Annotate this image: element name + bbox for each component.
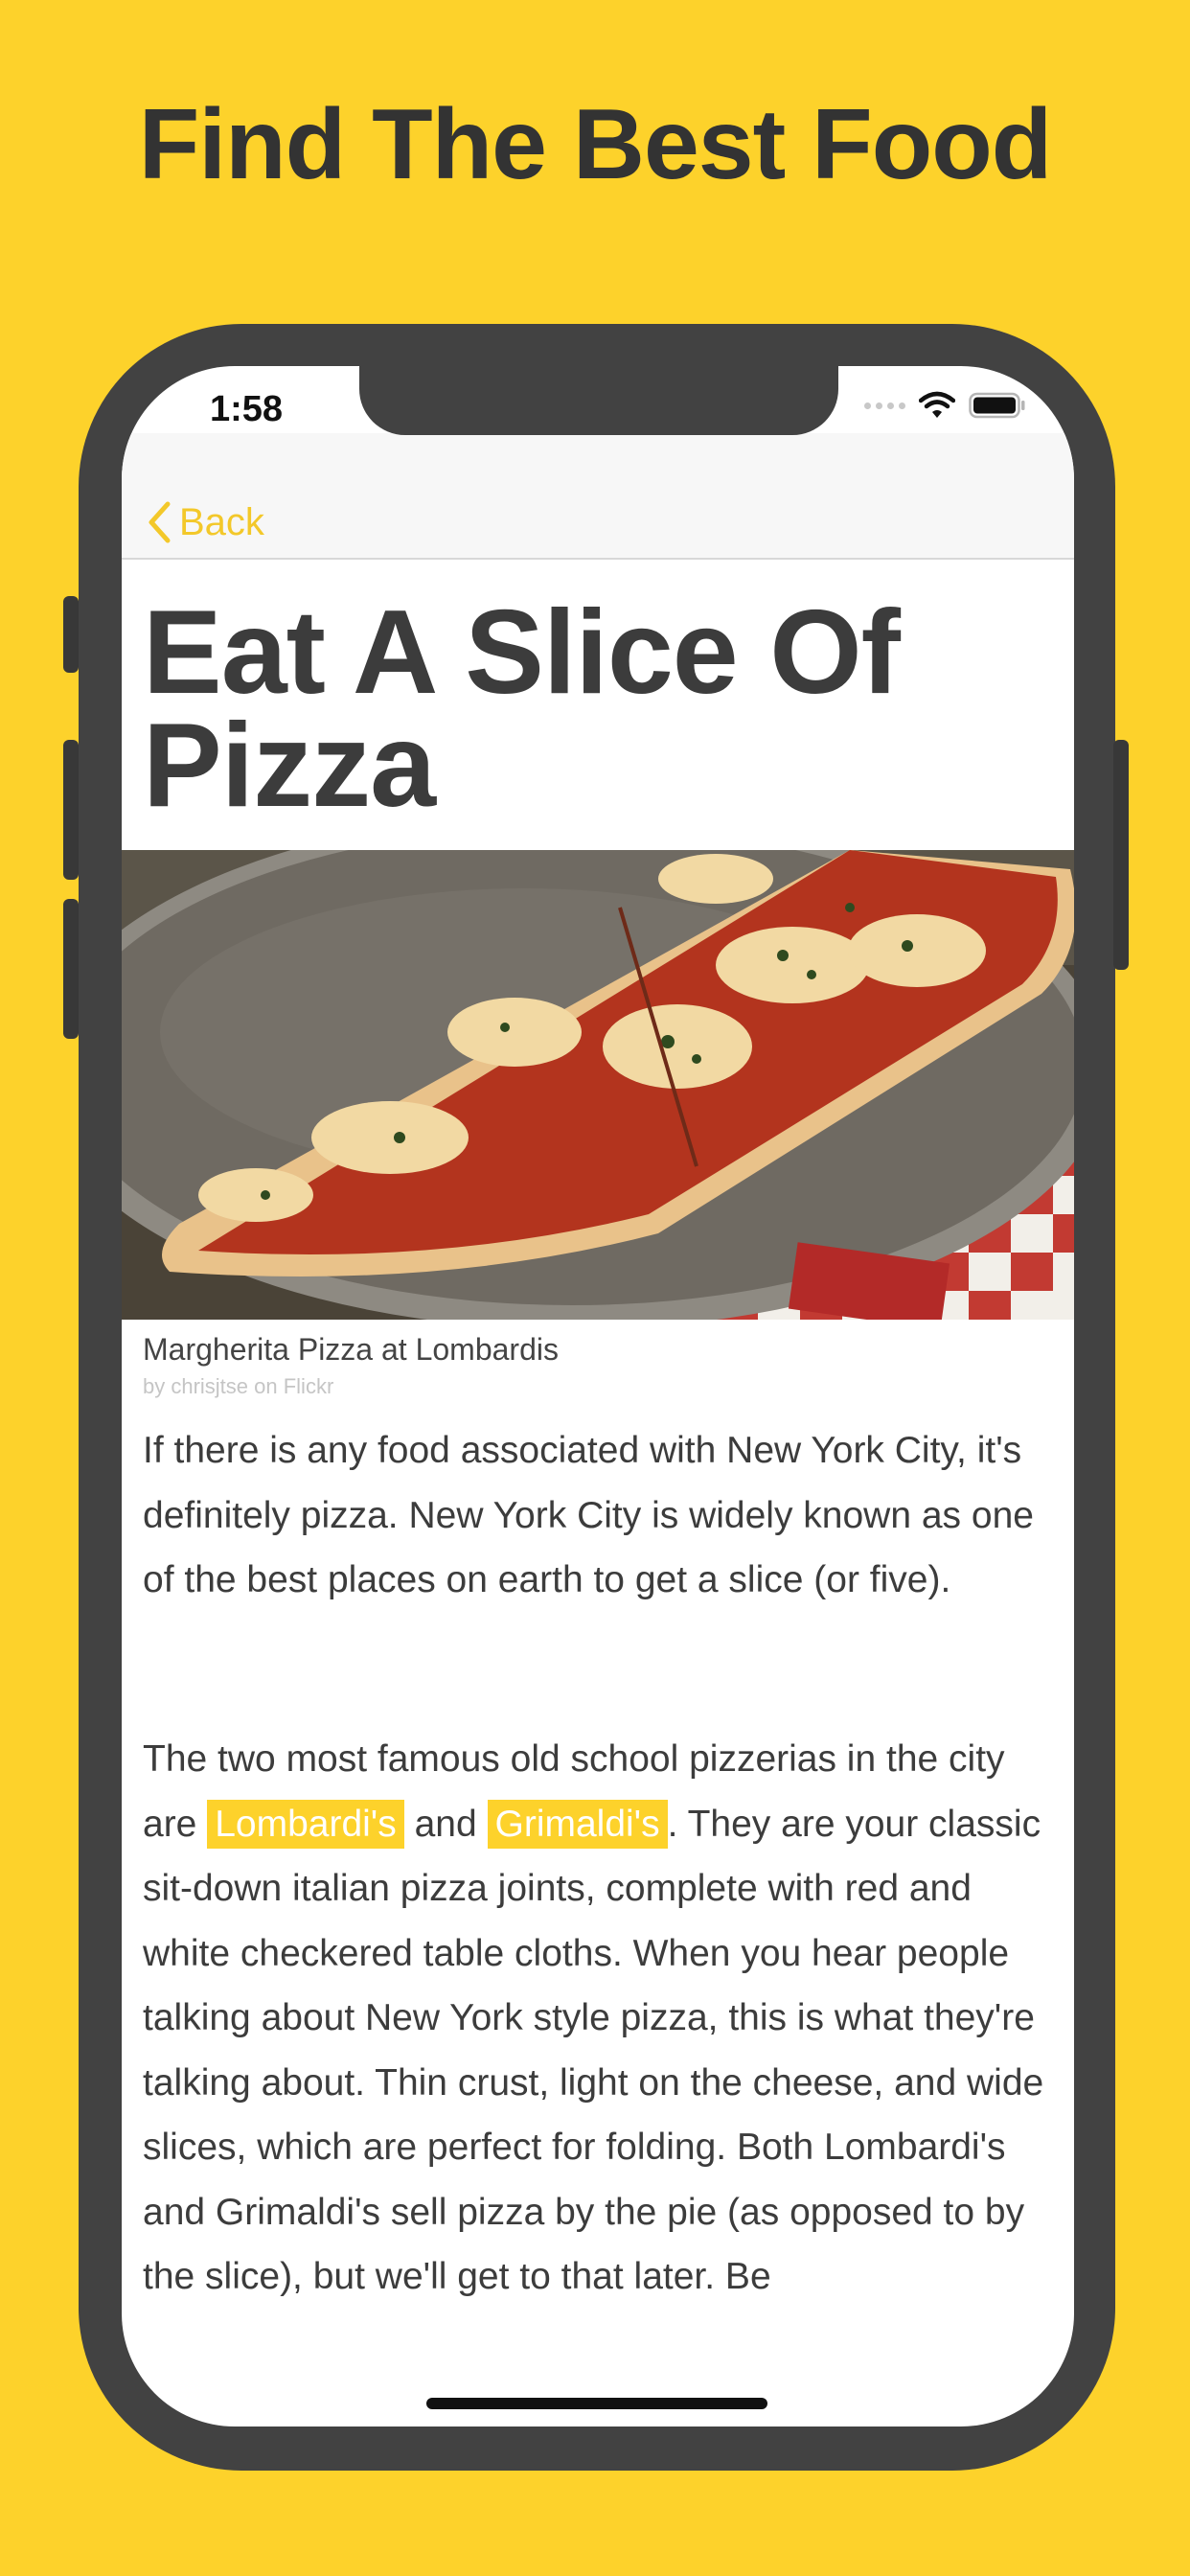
power-button bbox=[1113, 740, 1129, 970]
navigation-bar: Back bbox=[122, 433, 1074, 560]
article-paragraph-2: The two most famous old school pizzerias… bbox=[143, 1727, 1063, 2310]
article-paragraph-1: If there is any food associated with New… bbox=[143, 1430, 1034, 1600]
signal-icon bbox=[864, 402, 905, 409]
phone-screen: Back 1:58 Eat A Slice Of Pizza Margherit… bbox=[122, 366, 1074, 2426]
link-lombardis[interactable]: Lombardi's bbox=[207, 1799, 404, 1849]
volume-down-button bbox=[63, 899, 79, 1039]
status-icons bbox=[864, 391, 1026, 420]
pizza-photo bbox=[122, 850, 1074, 1320]
promo-headline: Find The Best Food bbox=[138, 89, 1053, 200]
photo-credit: by chrisjtse on Flickr bbox=[143, 1374, 334, 1398]
home-indicator[interactable] bbox=[426, 2398, 767, 2409]
wifi-icon bbox=[919, 391, 955, 418]
mute-switch bbox=[63, 596, 79, 673]
paragraph-2-between: and bbox=[403, 1803, 488, 1845]
back-label: Back bbox=[179, 500, 264, 543]
article-title: Eat A Slice Of Pizza bbox=[143, 586, 901, 832]
chevron-left-icon bbox=[149, 501, 171, 543]
link-grimaldis[interactable]: Grimaldi's bbox=[487, 1799, 668, 1849]
photo-caption: Margherita Pizza at Lombardis bbox=[143, 1332, 559, 1367]
paragraph-2-rest: . They are your classic sit-down italian… bbox=[143, 1803, 1044, 2298]
volume-up-button bbox=[63, 740, 79, 880]
status-time: 1:58 bbox=[210, 389, 284, 429]
battery-icon bbox=[969, 392, 1025, 419]
back-button[interactable]: Back bbox=[147, 500, 264, 544]
notch bbox=[359, 366, 838, 435]
